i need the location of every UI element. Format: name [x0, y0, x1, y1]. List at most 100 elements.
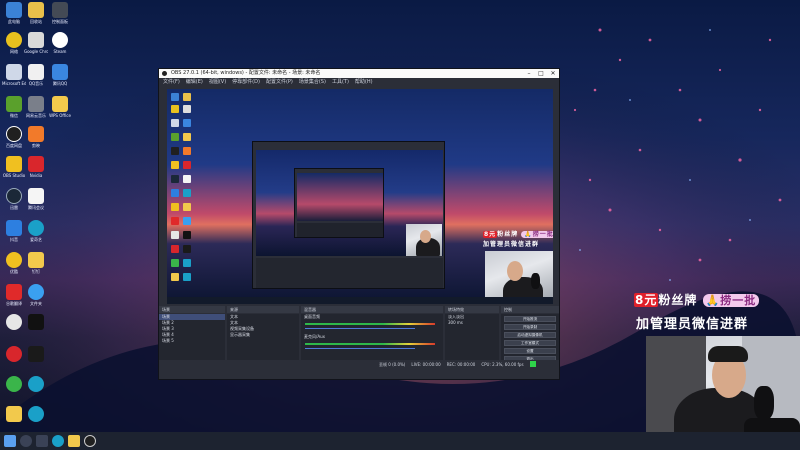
edge-icon — [28, 220, 44, 236]
desktop-icon[interactable]: Nvidia — [24, 156, 48, 178]
menu-docks[interactable]: 停靠部件(D) — [232, 78, 260, 86]
desktop-icon[interactable]: 此电脑 — [2, 2, 26, 24]
obs-title-bar[interactable]: OBS 27.0.1 (64-bit, windows) - 配置文件: 未命名… — [159, 69, 559, 78]
desktop-icon[interactable] — [2, 406, 26, 422]
overlay-line2: 加管理员微信进群 — [636, 317, 749, 332]
settings-button[interactable]: 设置 — [504, 348, 556, 354]
menu-edit[interactable]: 编辑(E) — [186, 78, 203, 86]
audio-mixer: 桌面音频 麦克风/Aux — [301, 314, 443, 362]
menu-view[interactable]: 视图(V) — [209, 78, 226, 86]
mixer-channel-name: 桌面音频 — [304, 314, 320, 319]
menu-file[interactable]: 文件(F) — [163, 78, 180, 86]
desktop-icon[interactable] — [24, 406, 48, 422]
desktop-icon[interactable]: 钉钉 — [24, 252, 48, 274]
virtual-camera-button[interactable]: 启动虚拟摄像机 — [504, 332, 556, 338]
qq-icon — [6, 314, 22, 330]
desktop-icon[interactable]: WPS Office — [48, 96, 72, 118]
mixer-channel-name: 麦克风/Aux — [304, 334, 325, 339]
desktop-icon[interactable] — [24, 376, 48, 392]
desktop-icon[interactable]: 微信 — [2, 96, 26, 118]
desktop-icon[interactable]: QQ音乐 — [24, 64, 48, 86]
obs-docks: 场景 场景 场景 2 场景 3 场景 4 场景 5 来源 文本 文本 视频采集设… — [159, 306, 559, 369]
taskview-icon[interactable] — [36, 435, 48, 447]
desktop-icon[interactable]: 腾讯QQ — [48, 64, 72, 86]
search-icon[interactable] — [20, 435, 32, 447]
obs-window[interactable]: OBS 27.0.1 (64-bit, windows) - 配置文件: 未命名… — [158, 68, 560, 380]
status-indicator-icon — [529, 361, 536, 367]
scene-item[interactable]: 场景 5 — [159, 338, 225, 344]
desktop-icon[interactable] — [24, 314, 48, 330]
audio-meter — [305, 323, 435, 325]
menu-scene-collection[interactable]: 场景集合(S) — [299, 78, 326, 86]
edge-icon[interactable] — [52, 435, 64, 447]
source-item[interactable]: 显示器采集 — [227, 332, 299, 338]
desktop-icon[interactable]: OBS Studio — [2, 156, 26, 178]
desktop-icon[interactable]: Microsoft Edge — [2, 64, 26, 86]
desktop-icon[interactable]: 谷歌翻译 — [2, 284, 26, 306]
app-icon — [28, 314, 44, 330]
preview-overlay-line1: 8元粉丝牌 🙏捞一批 — [483, 229, 553, 238]
transition-duration[interactable]: 300 ms — [445, 320, 499, 326]
desktop-icon[interactable]: 爱奇艺 — [24, 220, 48, 242]
computer-icon — [6, 2, 22, 18]
folder-icon — [6, 406, 22, 422]
maximize-button[interactable]: □ — [535, 69, 547, 78]
app-icon — [6, 284, 22, 300]
menu-profile[interactable]: 配置文件(P) — [266, 78, 293, 86]
steam-icon — [6, 188, 22, 204]
live-timer: LIVE: 00:00:00 — [411, 362, 441, 367]
chrome-icon — [52, 32, 68, 48]
overlay-line1: 8元粉丝牌 🙏捞一批 — [634, 291, 760, 308]
start-streaming-button[interactable]: 开始推流 — [504, 316, 556, 322]
desktop-icon[interactable]: 剪映 — [24, 126, 48, 148]
app-icon — [6, 156, 22, 172]
desktop-icon[interactable] — [2, 346, 26, 362]
desktop-icon[interactable]: 抖音 — [2, 220, 26, 242]
app-icon — [6, 32, 22, 48]
desktop-icon[interactable]: 文件夹 — [24, 284, 48, 306]
folder-icon[interactable] — [68, 435, 80, 447]
app-icon — [28, 346, 44, 362]
desktop-icon[interactable]: Google Chrome — [24, 32, 48, 54]
cpu-fps: CPU: 2.3%, 60.00 fps — [481, 362, 524, 367]
obs-icon — [6, 126, 22, 142]
taskbar — [0, 432, 800, 450]
app-icon — [28, 64, 44, 80]
preview-canvas[interactable]: 8元粉丝牌 🙏捞一批 加管理员微信进群 — [167, 89, 553, 304]
status-bar: 丢帧 0 (0.0%) LIVE: 00:00:00 REC: 00:00:00… — [159, 360, 559, 369]
window-controls: – □ ✕ — [523, 69, 559, 78]
menu-tools[interactable]: 工具(T) — [332, 78, 349, 86]
desktop-icon[interactable]: 控制面板 — [48, 2, 72, 24]
rec-timer: REC: 00:00:00 — [446, 362, 476, 367]
desktop-icon[interactable]: 网易云音乐 — [24, 96, 48, 118]
desktop-icon[interactable]: 百度网盘 — [2, 126, 26, 148]
wechat-icon — [6, 376, 22, 392]
menu-help[interactable]: 帮助(H) — [355, 78, 373, 86]
start-recording-button[interactable]: 开始录制 — [504, 324, 556, 330]
desktop-icon[interactable] — [2, 376, 26, 392]
gear-icon — [52, 2, 68, 18]
desktop-icon[interactable] — [2, 314, 26, 330]
app-icon — [6, 220, 22, 236]
desktop-icon[interactable]: 网络 — [2, 32, 26, 54]
desktop-icon[interactable]: 优酷 — [2, 252, 26, 274]
preview-taskbar — [167, 297, 553, 304]
minimize-button[interactable]: – — [523, 69, 535, 78]
start-windows-icon[interactable] — [4, 435, 16, 447]
controls-panel: 开始推流 开始录制 启动虚拟摄像机 工作室模式 设置 退出 — [501, 314, 559, 362]
desktop-icon[interactable]: 迅雷 — [2, 188, 26, 210]
studio-mode-button[interactable]: 工作室模式 — [504, 340, 556, 346]
desktop-icon[interactable]: 腾讯会议 — [24, 188, 48, 210]
close-button[interactable]: ✕ — [547, 69, 559, 78]
nested-obs-window-2 — [294, 168, 384, 238]
controls-dock-header: 控制 — [501, 306, 559, 313]
desktop-icon[interactable] — [24, 346, 48, 362]
preview-overlay-line2: 加管理员微信进群 — [483, 241, 540, 248]
nested-docks — [256, 258, 443, 288]
desktop-icon[interactable]: Steam — [48, 32, 72, 54]
sources-list: 文本 文本 视频采集设备 显示器采集 — [227, 314, 299, 362]
desktop-icon[interactable]: 回收站 — [24, 2, 48, 24]
volume-slider[interactable] — [305, 328, 415, 329]
obs-icon[interactable] — [84, 435, 96, 447]
volume-slider[interactable] — [305, 348, 415, 349]
